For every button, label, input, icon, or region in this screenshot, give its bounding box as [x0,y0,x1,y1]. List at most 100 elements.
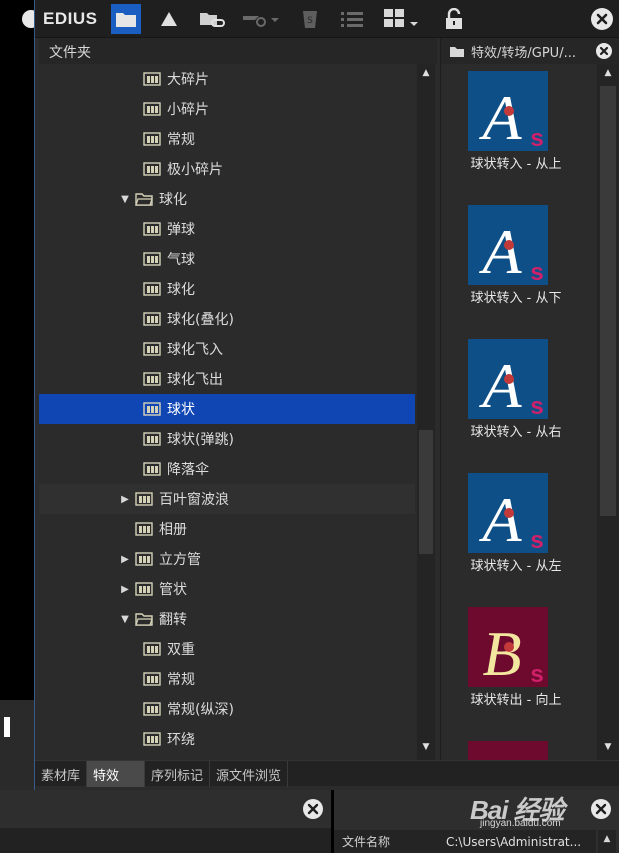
svg-text:s: s [530,527,543,553]
effect-thumbnail[interactable]: Bs 球状转出 - 向上 [441,604,597,738]
tab-3[interactable]: 源文件浏览 [210,761,289,787]
folder-tree-label: 球状 [167,402,195,418]
folder-tree-label: 常规 [167,132,195,148]
scroll-up-icon[interactable]: ▲ [598,830,616,853]
expand-down-icon[interactable]: ▼ [119,194,131,205]
svg-text:B: B [482,752,521,760]
folder-tree-item[interactable]: ▶ 管状 [39,574,415,604]
folder-tree-label: 球状(弹跳) [167,432,234,448]
thumbnail-view-button[interactable] [380,4,424,34]
folder-icon [143,402,161,416]
folder-tree-item[interactable]: ▶ 立方管 [39,544,415,574]
expand-right-icon[interactable]: ▶ [119,554,131,565]
folder-tree-item[interactable]: ▼ 球化 [39,184,415,214]
folder-tree-label: 球化(叠化) [167,312,234,328]
folder-tree: 大碎片 小碎片 常规 极小碎片 ▼ 球化 弹球 气球 球化 球化(叠化) 球化飞入 球化飞出 球状 球状(… [39,64,415,760]
folder-tree-item[interactable]: 常规 [39,664,415,694]
folder-tree-item[interactable]: 相册 [39,514,415,544]
folder-icon [143,642,161,656]
scroll-thumb[interactable] [600,86,616,516]
expand-down-icon[interactable]: ▼ [119,614,131,625]
background-panel [0,700,34,790]
folder-tree-label: 百叶窗波浪 [159,492,229,508]
playhead-marker [4,717,10,737]
folder-tree-item[interactable]: 极小碎片 [39,154,415,184]
folder-tree-item[interactable]: 常规(纵深) [39,694,415,724]
folder-scrollbar[interactable]: ▲ ▼ [417,64,435,760]
folder-tree-item[interactable]: 球化 [39,274,415,304]
folder-icon [143,312,161,326]
folder-pane: 文件夹 大碎片 小碎片 常规 极小碎片 ▼ 球化 弹球 气球 球化 球化(叠化) 球化飞入 球化飞出球… [39,38,437,760]
tab-2[interactable]: 序列标记 [145,761,211,787]
folder-tree-item[interactable]: 双重 [39,634,415,664]
effect-thumbnail[interactable]: As 球状转入 - 从左 [441,470,597,604]
svg-text:B: B [482,618,521,687]
effect-thumbnail[interactable]: Bs [441,738,597,760]
svg-text:s: s [530,259,543,285]
bottom-right-close-icon[interactable] [591,799,611,819]
panel-close-button[interactable] [591,8,613,30]
folder-icon [135,492,153,506]
folder-tree-item[interactable]: 球状(弹跳) [39,424,415,454]
folder-tree-item[interactable]: 大碎片 [39,64,415,94]
folder-tree-item[interactable]: 球状 [39,394,415,424]
scroll-thumb[interactable] [419,430,433,554]
folder-tree-item[interactable]: 降落伞 [39,454,415,484]
folder-tree-item[interactable]: ▶ 百叶窗波浪 [39,484,415,514]
folder-tree-label: 翻转 [159,612,187,628]
up-button[interactable] [154,4,184,34]
folder-tree-item[interactable]: 气球 [39,244,415,274]
folder-tree-item[interactable]: 常规 [39,124,415,154]
delete-button[interactable]: S [295,4,325,34]
expand-right-icon[interactable]: ▶ [119,494,131,505]
folder-tree-label: 气球 [167,252,195,268]
folder-tree-item[interactable]: 弹球 [39,214,415,244]
folder-tree-label: 大碎片 [167,72,209,88]
folder-tree-item[interactable]: 球化飞入 [39,334,415,364]
folder-icon [143,162,161,176]
folder-tree-label: 球化飞入 [167,342,223,358]
folder-icon [143,672,161,686]
effect-pane-header: 特效/转场/GPU/... [441,38,619,64]
tab-0[interactable]: 素材库 [35,761,88,787]
svg-text:s: s [530,393,543,419]
folder-icon [143,72,161,86]
folder-icon [143,342,161,356]
folder-tree-label: 立方管 [159,552,201,568]
link-folder-button[interactable] [197,4,227,34]
tab-1[interactable]: 特效 [87,761,146,787]
folder-tree-item[interactable]: 球化(叠化) [39,304,415,334]
effect-scrollbar[interactable]: ▲ ▼ [597,64,619,760]
folder-tree-item[interactable]: 球化飞出 [39,364,415,394]
bottom-left-close-icon[interactable] [303,799,323,819]
expand-right-icon[interactable]: ▶ [119,584,131,595]
folder-view-button[interactable] [111,4,141,34]
scroll-up-icon[interactable]: ▲ [599,68,617,84]
folder-tree-item[interactable]: ▼ 翻转 [39,604,415,634]
folder-icon [143,462,161,476]
folder-tree-label: 球化飞出 [167,372,223,388]
add-effect-button[interactable] [240,4,282,34]
folder-icon [143,132,161,146]
folder-tree-item[interactable]: 环绕 [39,724,415,754]
lock-button[interactable] [439,4,469,34]
effect-thumbnail[interactable]: As 球状转入 - 从上 [441,68,597,202]
folder-open-icon [135,193,153,206]
bottom-left-strip [0,828,331,853]
folder-tree-item[interactable]: 小碎片 [39,94,415,124]
folder-icon [143,102,161,116]
file-path-value: C:\Users\Administrat... [446,834,582,849]
effect-pane-close-icon[interactable] [596,43,612,59]
scroll-down-icon[interactable]: ▼ [599,742,617,758]
add-effect-icon [243,16,279,27]
effect-thumbnail[interactable]: As 球状转入 - 从右 [441,336,597,470]
svg-text:s: s [530,661,543,687]
scroll-down-icon[interactable]: ▼ [417,742,435,758]
scroll-up-icon[interactable]: ▲ [417,68,435,84]
list-view-button[interactable] [337,4,367,34]
folder-icon [135,582,153,596]
effect-path: 特效/转场/GPU/... [471,45,576,61]
effect-label: 球状转入 - 从上 [470,157,562,172]
watermark: Bai 经验 jingyan.baidu.com [470,790,565,829]
effect-thumbnail[interactable]: As 球状转入 - 从下 [441,202,597,336]
